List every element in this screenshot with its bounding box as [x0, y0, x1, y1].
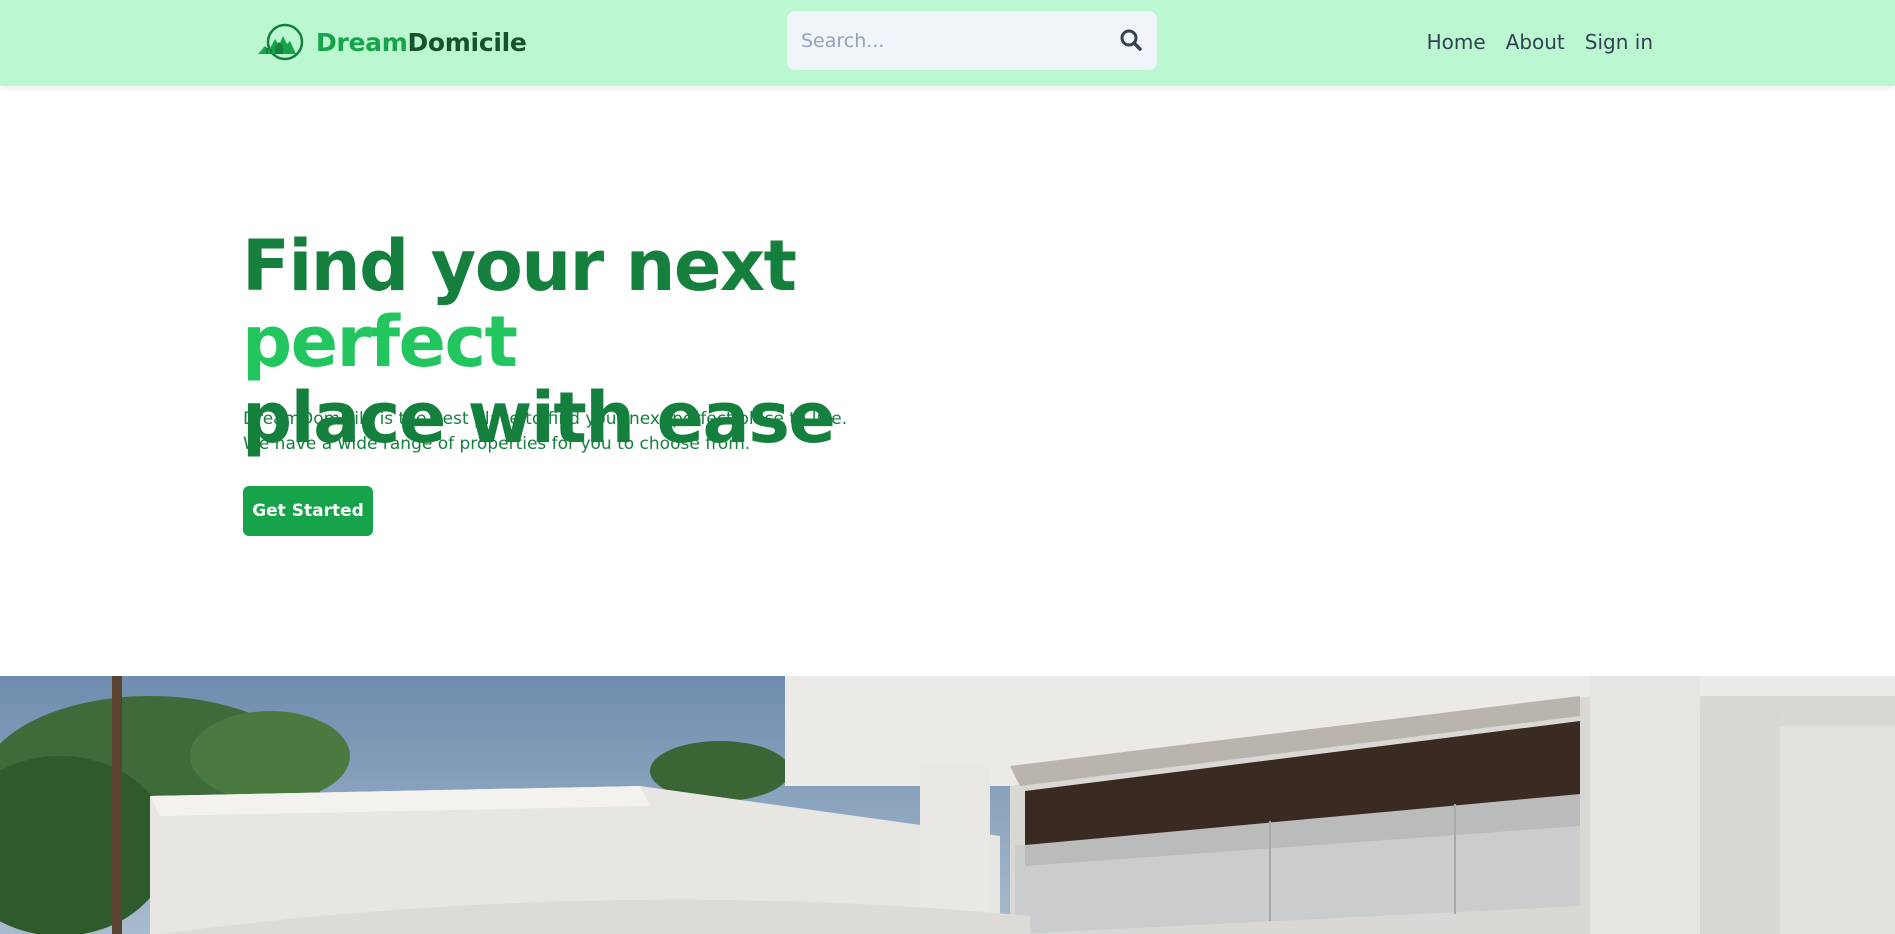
- search-input[interactable]: [801, 29, 1101, 52]
- hero-description-line1: DreamDomicile is the best place to find …: [243, 409, 848, 429]
- hero-title-accent: perfect: [242, 301, 518, 383]
- main-nav: Home About Sign in: [1427, 28, 1653, 56]
- brand-name-dream: Dream: [316, 27, 408, 57]
- brand-name-domicile: Domicile: [407, 27, 527, 57]
- search-form: [787, 11, 1157, 70]
- nav-about-link[interactable]: About: [1506, 28, 1565, 56]
- hero-description-line2: We have a wide range of properties for y…: [243, 434, 751, 454]
- house-mountain-logo-icon: [258, 23, 304, 61]
- search-icon[interactable]: [1119, 28, 1143, 52]
- hero-description: DreamDomicile is the best place to find …: [243, 407, 883, 457]
- brand-logo-link[interactable]: DreamDomicile: [256, 22, 527, 62]
- nav-sign-in-link[interactable]: Sign in: [1585, 28, 1653, 56]
- get-started-button[interactable]: Get Started: [243, 486, 373, 536]
- house-photo: [0, 676, 1895, 934]
- brand-name: DreamDomicile: [316, 28, 527, 57]
- site-header: DreamDomicile Home About Sign in: [0, 0, 1895, 86]
- hero-title-part1: Find your next: [242, 225, 797, 307]
- hero-house-image: [0, 676, 1895, 934]
- nav-home-link[interactable]: Home: [1427, 28, 1486, 56]
